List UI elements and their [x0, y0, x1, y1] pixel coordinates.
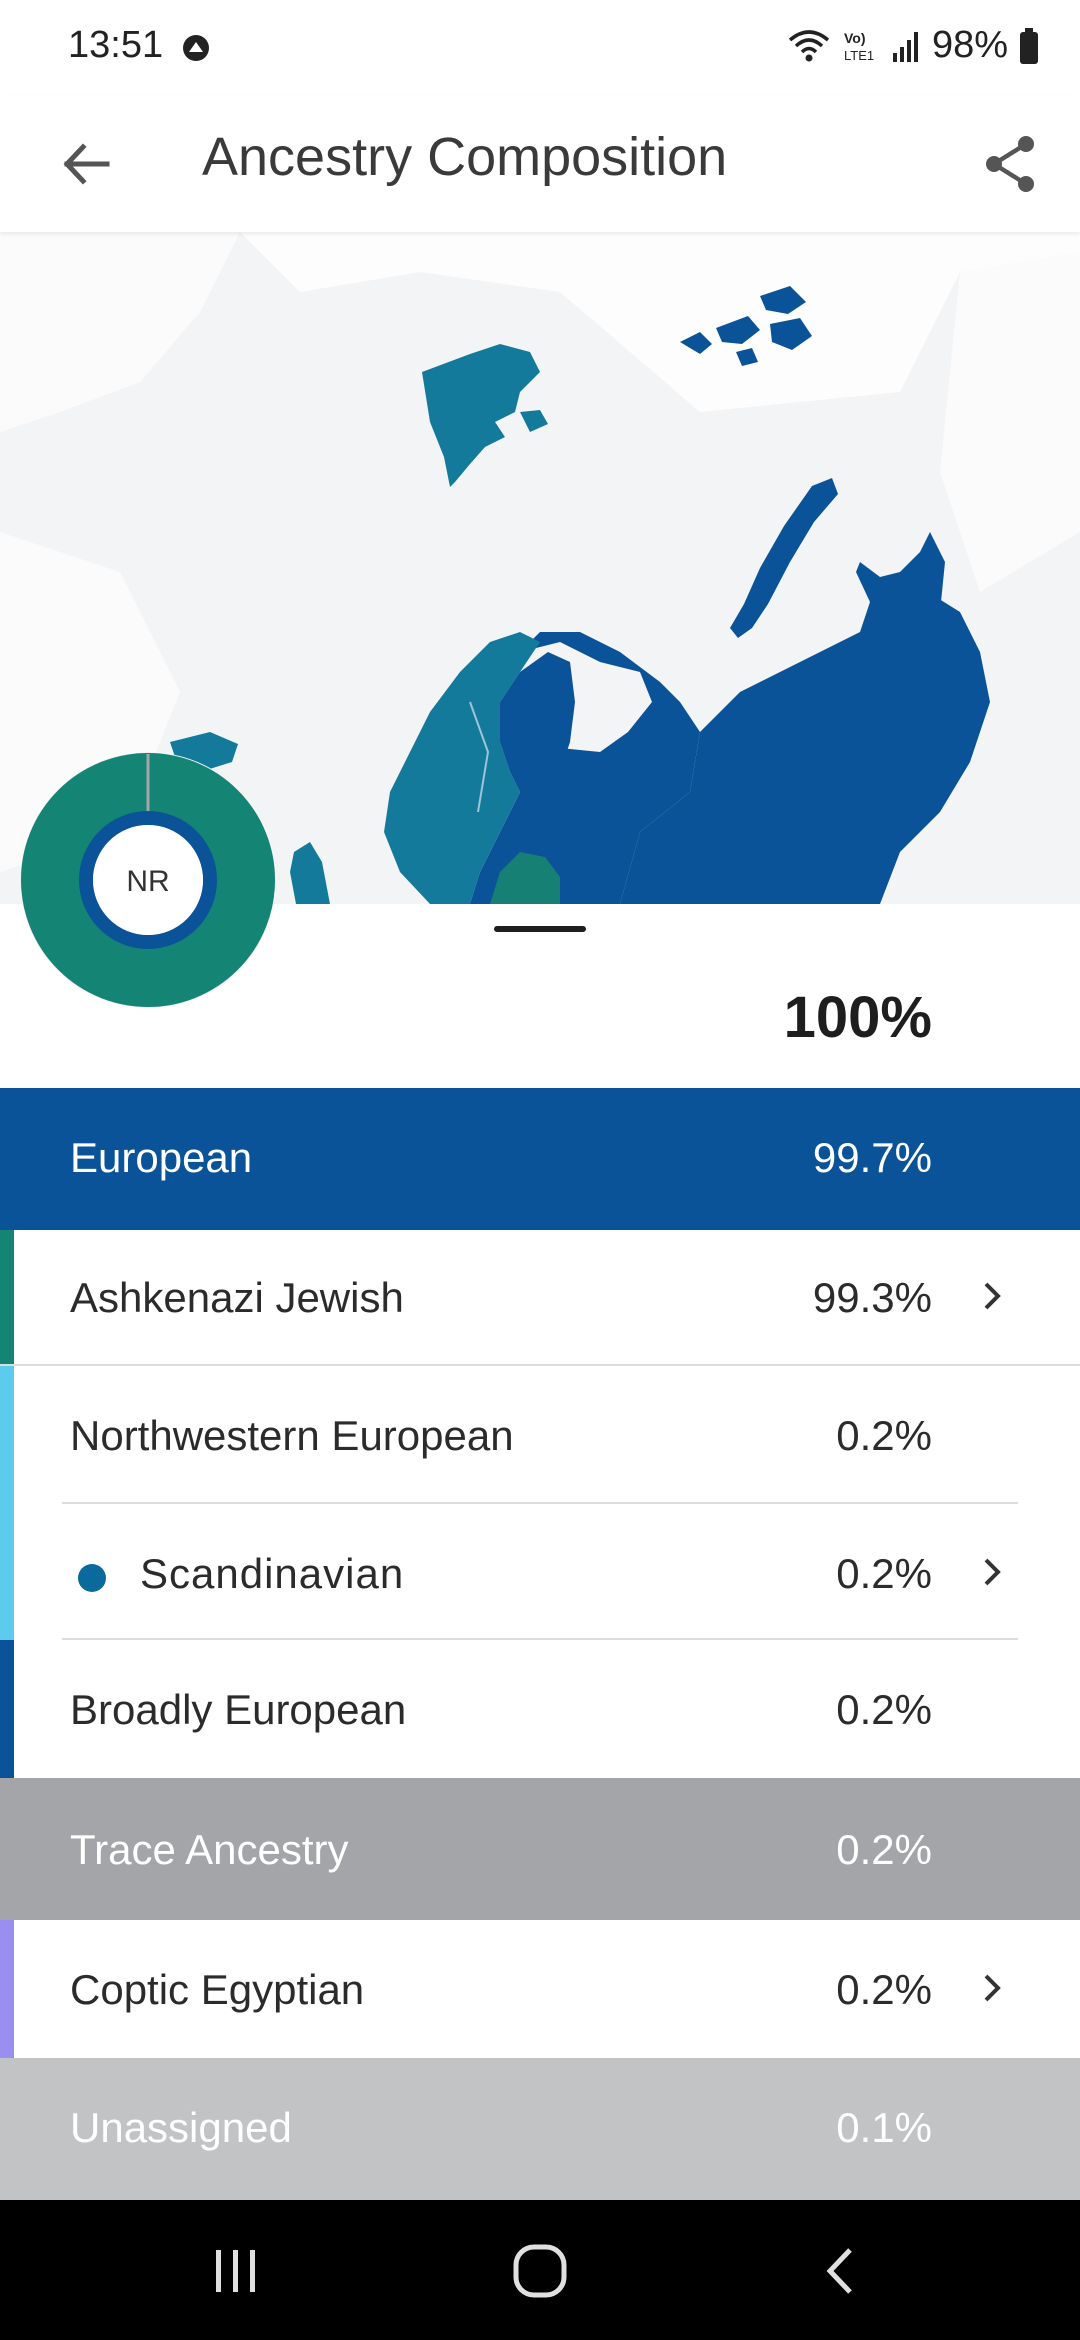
row-value: 99.7% [812, 1134, 932, 1181]
battery-percent: 98% [931, 24, 1008, 66]
ancestry-donut[interactable]: NR [18, 750, 278, 1010]
row-scandinavian[interactable]: Scandinavian 0.2% [0, 1504, 1080, 1640]
row-trace-ancestry[interactable]: Trace Ancestry 0.2% [0, 1778, 1080, 1920]
row-label: Coptic Egyptian [70, 1966, 365, 2013]
system-back-button[interactable] [800, 2236, 880, 2306]
row-label: Broadly European [70, 1686, 407, 1733]
donut-chart: NR [20, 752, 276, 1008]
share-button[interactable] [968, 122, 1052, 206]
recent-apps-icon [216, 2250, 255, 2292]
row-ashkenazi-jewish[interactable]: Ashkenazi Jewish 99.3% [0, 1230, 1080, 1366]
row-northwestern-european: Northwestern European 0.2% [0, 1366, 1080, 1504]
row-label: Trace Ancestry [70, 1826, 349, 1873]
color-edge [0, 1504, 14, 1640]
back-button[interactable] [44, 122, 128, 206]
status-bar: 13:51 Vo) LTE1 98% [0, 0, 1080, 96]
status-icons: Vo) LTE1 98% [786, 24, 1040, 67]
share-icon [986, 136, 1034, 192]
no-disturb-icon [183, 35, 209, 61]
page-title: Ancestry Composition [202, 127, 728, 187]
color-edge [0, 1640, 14, 1778]
home-button[interactable] [500, 2236, 580, 2306]
row-value: 0.2% [836, 1550, 932, 1597]
signal-icon [892, 31, 918, 62]
row-coptic-egyptian[interactable]: Coptic Egyptian 0.2% [0, 1920, 1080, 2058]
color-dot [78, 1564, 106, 1592]
svg-text:Vo): Vo) [844, 30, 866, 46]
chevron-right-icon [984, 1558, 1001, 1586]
battery-icon [1020, 27, 1038, 64]
row-label: European [70, 1134, 253, 1181]
row-value: 0.2% [836, 1686, 932, 1733]
row-value: 0.2% [836, 1412, 932, 1459]
chevron-left-icon [826, 2248, 852, 2294]
color-edge [0, 1230, 14, 1366]
chevron-right-icon [984, 1974, 1001, 2002]
arrow-left-icon [63, 143, 110, 185]
recent-apps-button[interactable] [196, 2236, 276, 2306]
row-broadly-european: Broadly European 0.2% [0, 1640, 1080, 1778]
volte-icon: Vo) LTE1 [844, 30, 874, 63]
status-time: 13:51 [68, 24, 164, 66]
donut-initials: NR [126, 865, 169, 898]
total-percentage: 100% [783, 985, 932, 1050]
row-european[interactable]: European 99.7% [0, 1088, 1080, 1230]
row-label: Unassigned [70, 2104, 292, 2151]
row-value: 0.1% [836, 2104, 932, 2151]
color-edge [0, 1920, 14, 2058]
row-label: Ashkenazi Jewish [70, 1274, 404, 1321]
row-label: Scandinavian [140, 1550, 405, 1597]
wifi-icon [788, 29, 830, 61]
chevron-right-icon [984, 1282, 1001, 1310]
svg-text:LTE1: LTE1 [844, 48, 874, 63]
row-value: 99.3% [812, 1274, 932, 1321]
row-label: Northwestern European [70, 1412, 514, 1459]
row-unassigned[interactable]: Unassigned 0.1% [0, 2058, 1080, 2200]
home-icon [513, 2244, 567, 2298]
color-edge [0, 1366, 14, 1504]
sheet-drag-handle[interactable] [494, 926, 586, 932]
system-nav-bar [0, 2200, 1080, 2340]
row-value: 0.2% [836, 1826, 932, 1873]
app-bar: Ancestry Composition [0, 96, 1080, 232]
row-value: 0.2% [836, 1966, 932, 2013]
